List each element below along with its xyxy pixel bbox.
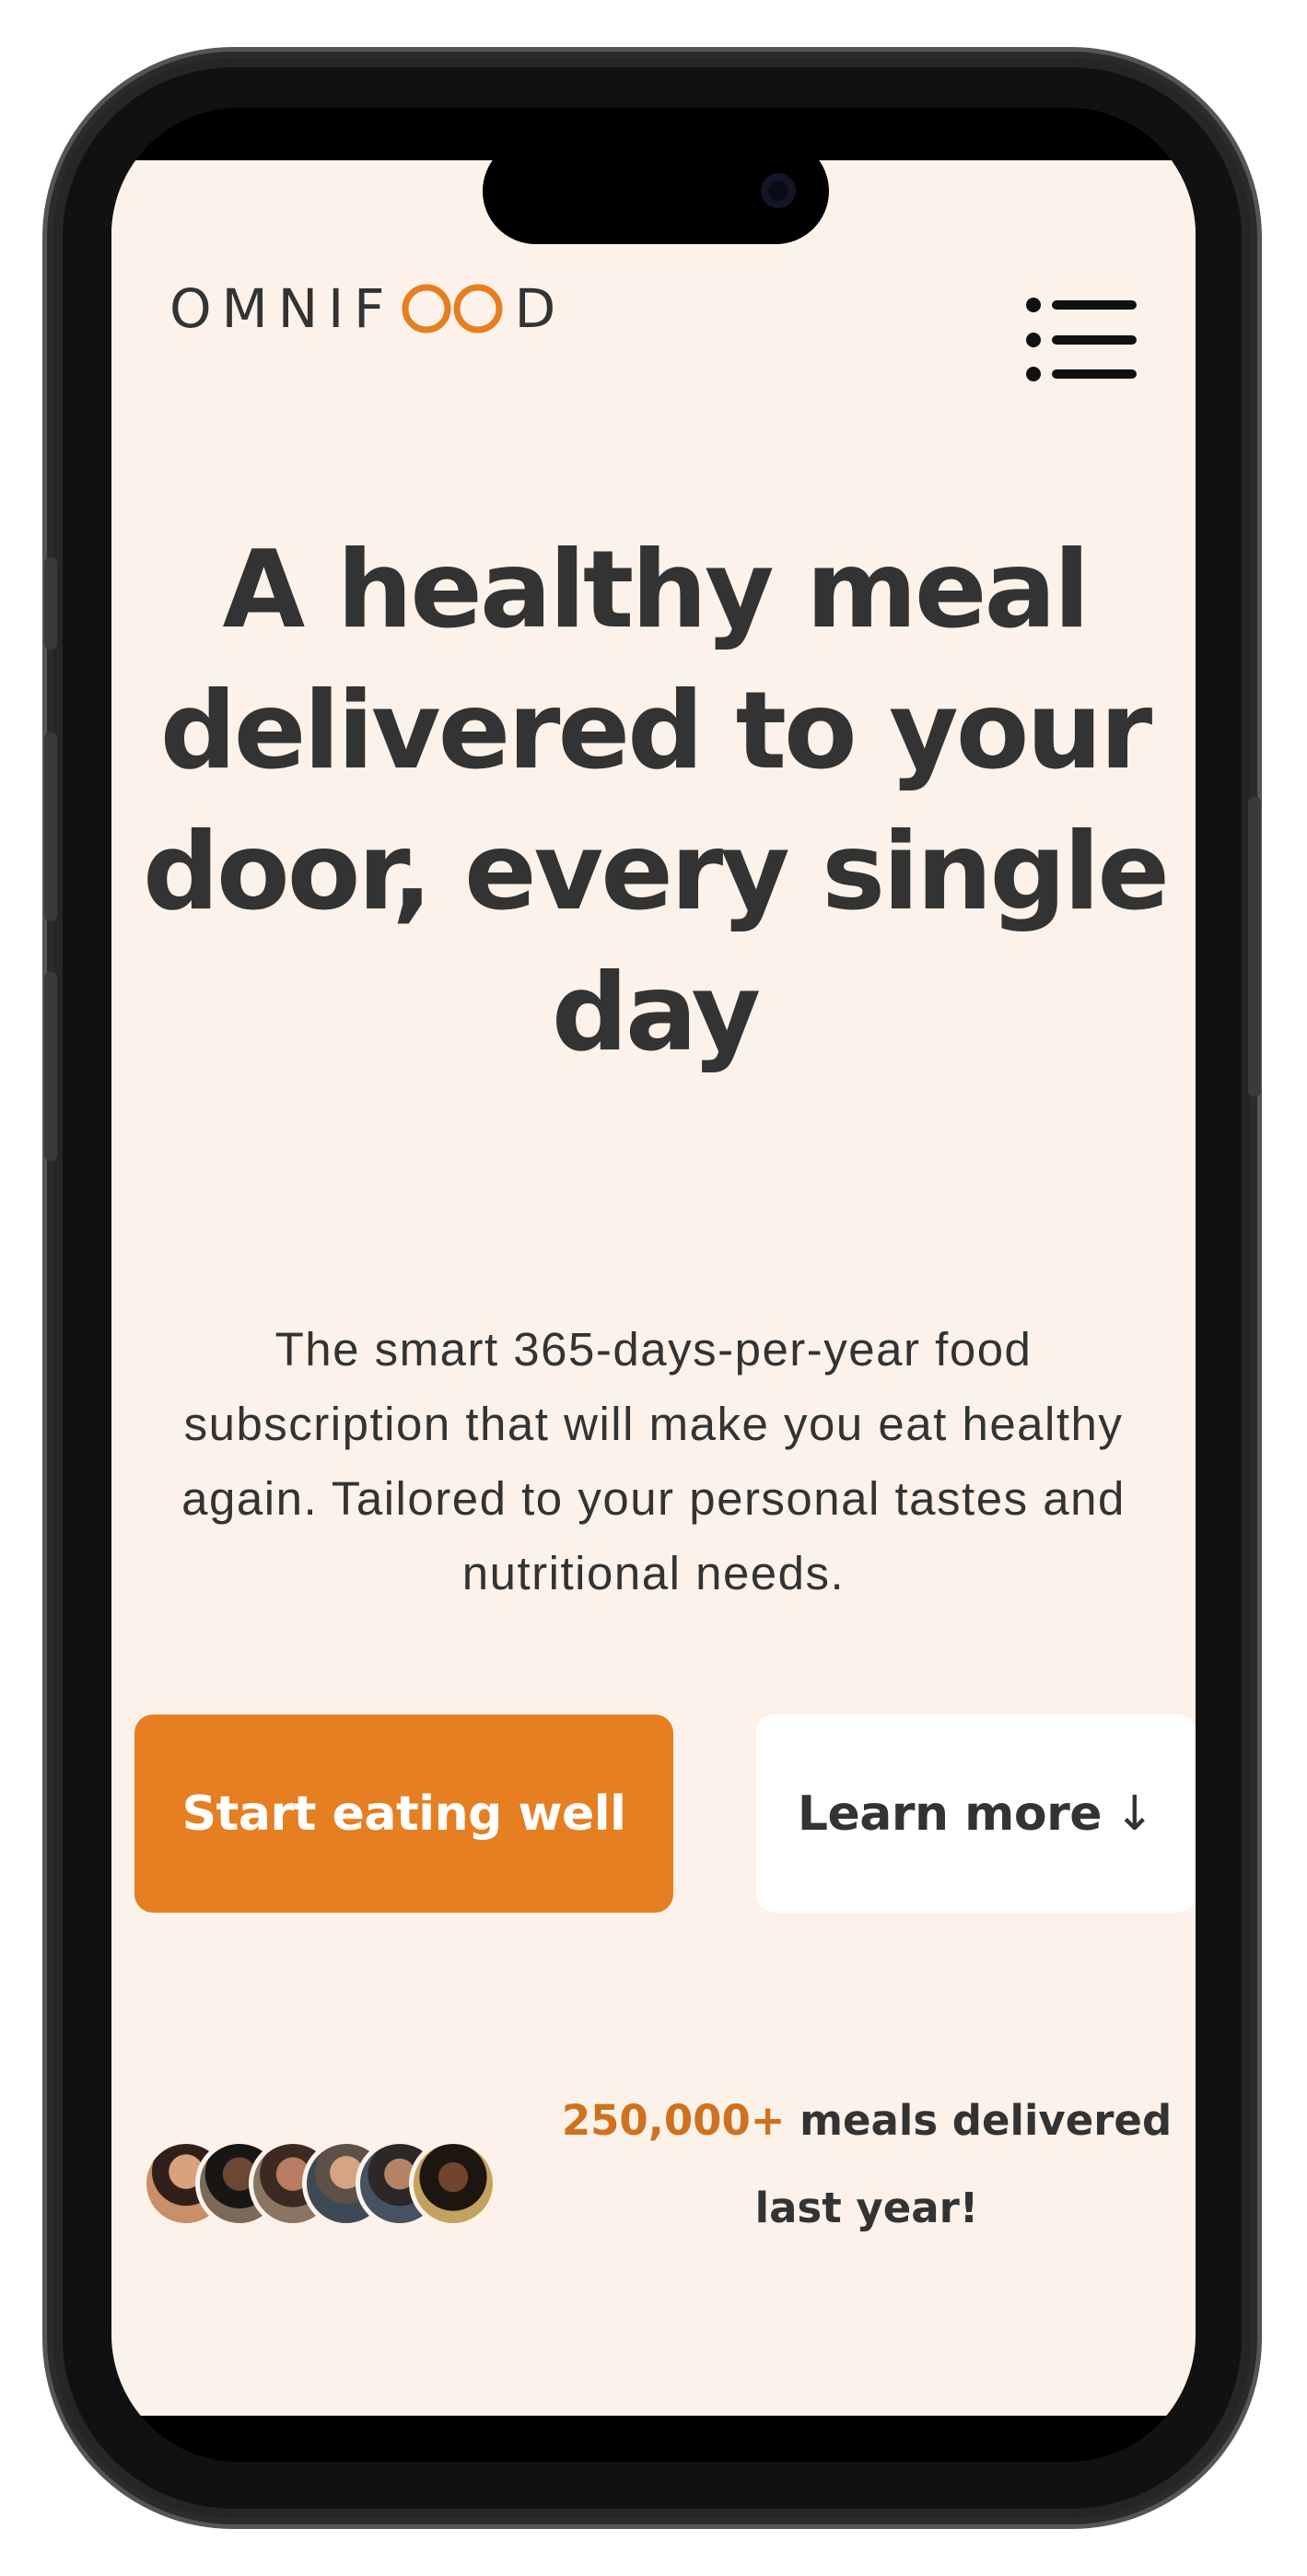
meals-delivered-number: 250,000+: [561, 2096, 786, 2145]
hero-title: A healthy meal delivered to your door, e…: [142, 528, 1170, 1075]
logo-text-start: OMNIF: [169, 277, 395, 340]
logo[interactable]: OMNIF D: [169, 275, 566, 342]
start-eating-well-label: Start eating well: [181, 1786, 626, 1842]
customer-avatar-6: [409, 2139, 497, 2228]
front-camera: [761, 173, 796, 208]
phone-power-button: [1248, 797, 1261, 1096]
meals-delivered-text: 250,000+ meals delivered last year!: [544, 2077, 1189, 2252]
learn-more-button[interactable]: Learn more ↓: [756, 1715, 1196, 1913]
mobile-menu-button[interactable]: [1026, 296, 1138, 383]
customer-avatars: [142, 2139, 510, 2231]
menu-icon: [1026, 298, 1137, 381]
dynamic-island: [483, 138, 829, 244]
arrow-down-icon: ↓: [1114, 1786, 1155, 1842]
infinity-logo-icon: [402, 284, 503, 334]
logo-text-end: D: [514, 277, 566, 340]
hero-description: The smart 365-days-per-year food subscri…: [181, 1323, 1126, 1599]
phone-volume-up-button: [44, 732, 57, 921]
page-content: OMNIF D A healthy meal delivered to your…: [111, 160, 1196, 2416]
phone-screen: OMNIF D A healthy meal delivered to your…: [111, 108, 1196, 2462]
phone-volume-down-button: [44, 972, 57, 1161]
phone-action-button: [44, 557, 57, 650]
start-eating-well-button[interactable]: Start eating well: [134, 1715, 673, 1913]
meals-delivered-label: meals delivered last year!: [754, 2096, 1173, 2232]
learn-more-label: Learn more: [797, 1786, 1103, 1842]
